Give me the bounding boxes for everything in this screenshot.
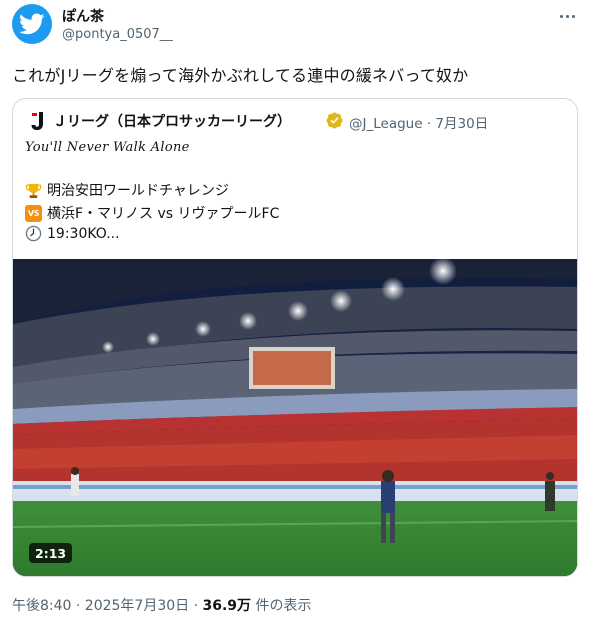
author-display-name[interactable]: ぽん茶	[62, 6, 104, 26]
more-dot-icon	[559, 14, 563, 18]
j-league-logo-icon	[31, 112, 43, 130]
author-handle[interactable]: @pontya_0507__	[62, 27, 173, 42]
quoted-line-text: 明治安田ワールドチャレンジ	[47, 183, 229, 199]
quoted-line-text: 横浜F・マリノス vs リヴァプールFC	[47, 206, 280, 222]
quoted-author-name[interactable]: Ｊリーグ（日本プロサッカーリーグ）	[53, 111, 291, 131]
tweet: ぽん茶 @pontya_0507__ これがJリーグを煽って海外かぶれしてる連中…	[0, 0, 589, 624]
views-label: 件の表示	[251, 598, 312, 614]
tweet-footer: 午後8:40 · 2025年7月30日 · 36.9万 件の表示	[12, 595, 312, 615]
clock-icon	[25, 225, 42, 242]
verified-badge-icon	[326, 112, 343, 129]
more-dot-icon	[565, 14, 569, 18]
quoted-line-text: 19:30KO...	[47, 225, 120, 242]
stadium-video-frame	[13, 259, 577, 576]
quoted-date[interactable]: 7月30日	[435, 116, 488, 132]
quoted-line-match: VS 横浜F・マリノス vs リヴァプールFC	[25, 203, 279, 223]
quoted-meta: @J_League · 7月30日	[349, 112, 488, 132]
quoted-line-kickoff: 19:30KO...	[25, 225, 120, 242]
more-dot-icon	[571, 14, 575, 18]
tweet-text: これがJリーグを煽って海外かぶれしてる連中の緩ネバって奴か	[12, 66, 469, 85]
tweet-timestamp[interactable]: 午後8:40 · 2025年7月30日 ·	[12, 598, 203, 614]
quoted-handle[interactable]: @J_League	[349, 116, 423, 132]
quoted-italic-line: You'll Never Walk Alone	[25, 140, 190, 155]
meta-separator: ·	[426, 116, 432, 132]
quoted-line-event: 明治安田ワールドチャレンジ	[25, 180, 229, 200]
avatar[interactable]	[12, 4, 52, 44]
quoted-tweet-card[interactable]: Ｊリーグ（日本プロサッカーリーグ） @J_League · 7月30日 You'…	[12, 98, 578, 577]
twitter-bird-icon	[19, 13, 45, 35]
vs-icon: VS	[25, 204, 42, 222]
video-duration-badge: 2:13	[29, 543, 73, 563]
video-player[interactable]: 2:13	[13, 259, 577, 576]
trophy-icon	[25, 182, 42, 199]
views-count: 36.9万	[202, 598, 252, 614]
more-options-button[interactable]	[557, 8, 577, 24]
